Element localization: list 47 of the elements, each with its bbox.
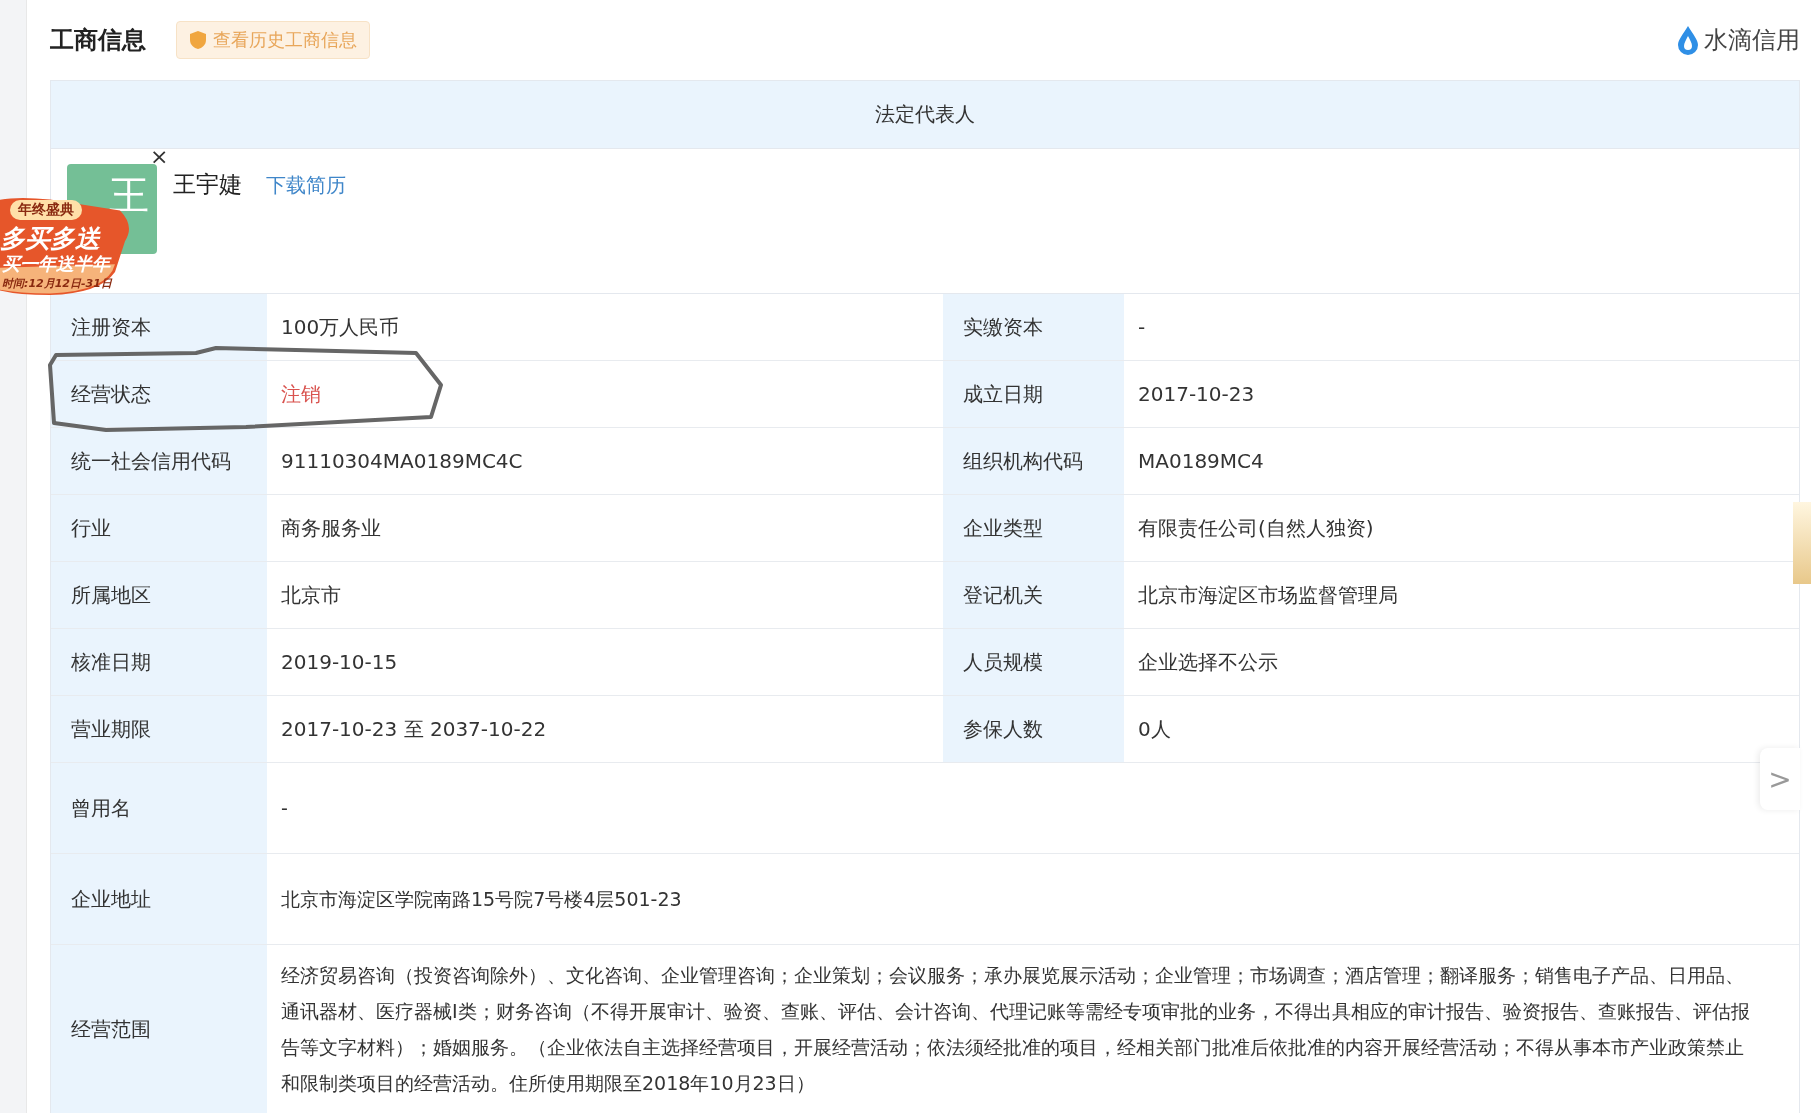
field-value: 2019-10-15: [280, 649, 399, 676]
field-label: 实缴资本: [943, 294, 1124, 360]
field-label: 参保人数: [943, 696, 1124, 762]
close-button[interactable]: ×: [150, 146, 169, 168]
promo-period: 时间:12月12日-31日: [2, 276, 112, 291]
field-label: 注册资本: [51, 294, 267, 360]
field-value: 企业选择不公示: [1137, 648, 1279, 676]
field-value: 有限责任公司(自然人独资): [1137, 514, 1375, 542]
field-label: 所属地区: [51, 562, 267, 628]
field-label: 曾用名: [51, 763, 267, 853]
next-button[interactable]: >: [1760, 748, 1800, 810]
field-value: MA0189MC4: [1137, 448, 1265, 475]
field-label: 组织机构代码: [943, 428, 1124, 494]
field-value: 北京市海淀区学院南路15号院7号楼4层501-23: [280, 887, 683, 912]
field-label: 企业地址: [51, 854, 267, 944]
field-label: 成立日期: [943, 361, 1124, 427]
field-label: 登记机关: [943, 562, 1124, 628]
field-label: 经营状态: [51, 361, 267, 427]
field-label: 统一社会信用代码: [51, 428, 267, 494]
shield-icon: [189, 30, 207, 50]
field-value: -: [280, 796, 289, 821]
promo-subline: 买一年送半年: [2, 252, 110, 276]
field-value: 北京市海淀区市场监督管理局: [1137, 581, 1399, 609]
field-value: 注销: [280, 380, 322, 408]
field-value: 北京市: [280, 581, 342, 609]
field-label: 营业期限: [51, 696, 267, 762]
person-name: 王宇婕: [173, 170, 242, 199]
promo-headline: 多买多送: [0, 223, 100, 254]
field-value: 2017-10-23: [1137, 381, 1256, 408]
field-label: 核准日期: [51, 629, 267, 695]
field-value: 2017-10-23 至 2037-10-22: [280, 715, 548, 743]
field-label: 经营范围: [51, 945, 267, 1113]
field-label: 行业: [51, 495, 267, 561]
table-heading: 法定代表人: [51, 81, 1799, 149]
field-label: 人员规模: [943, 629, 1124, 695]
brand-name: 水滴信用: [1704, 25, 1800, 56]
field-value: 100万人民币: [280, 313, 401, 341]
water-drop-icon: [1676, 24, 1700, 56]
field-value: 经济贸易咨询（投资咨询除外）、文化咨询、企业管理咨询；企业策划；会议服务；承办展览展示活动；企业管理；市场调查；酒店管理；翻译服务；销售电子产品、日用品、通讯器材、医疗器械Ⅰ类；财务咨询（不得开展审计、验资、查账、评估、会计咨询、代理记账等需经专项审批的业务，不得出具相应的审计报告、验资报告、查账报告、评估报告等文字材料）；婚姻服务。（企业依法自主选择经营项目，开展经营活动；依法须经批准的项目，经相关部门批准后依批准的内容开展经营活动；不得从事本市产业政策禁止和限制类项目的经营活动。住所使用期限至2018年10月23日）: [280, 963, 1751, 1096]
field-value: 商务服务业: [280, 514, 382, 542]
field-value: 0人: [1137, 715, 1172, 743]
download-resume-link[interactable]: 下载简历: [266, 172, 346, 199]
promo-tag: 年终盛典: [10, 200, 82, 220]
field-value: -: [1137, 314, 1147, 341]
field-value: 91110304MA0189MC4C: [280, 448, 524, 475]
section-title: 工商信息: [50, 25, 146, 56]
field-label: 企业类型: [943, 495, 1124, 561]
